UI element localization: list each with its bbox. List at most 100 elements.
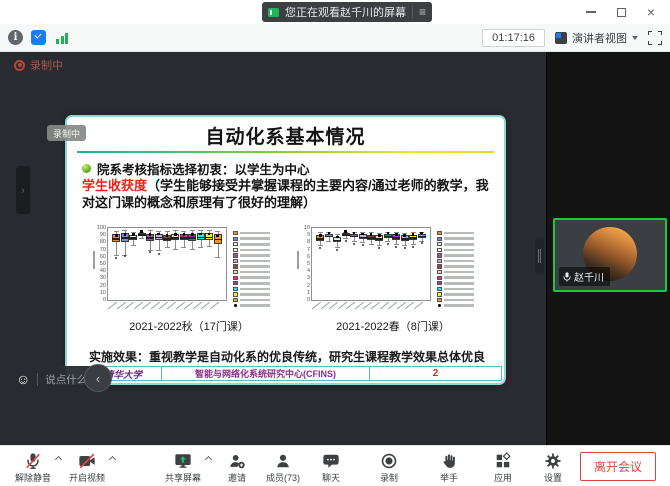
mean-marker <box>370 233 373 236</box>
divider <box>37 373 38 386</box>
legend-entry <box>437 242 487 246</box>
apps-button[interactable]: 应用 <box>480 448 526 484</box>
outlier-dot <box>412 246 414 248</box>
mean-marker <box>412 233 415 236</box>
whisker-cap <box>190 249 195 250</box>
slide-page-number: 2 <box>370 366 502 381</box>
legend-entry <box>437 259 487 263</box>
mean-marker <box>319 234 322 237</box>
legend-entry <box>437 253 487 257</box>
whisker-cap <box>148 230 153 231</box>
watching-banner-text: 您正在观看赵千川的屏幕 <box>285 4 406 20</box>
share-screen-icon <box>174 452 192 470</box>
median-line <box>392 237 400 239</box>
legend-entry <box>437 298 487 302</box>
legend-entry <box>233 259 283 263</box>
chart-caption-right: 2021-2022春（8门课） <box>295 318 491 334</box>
legend-entry <box>437 248 487 252</box>
outlier-dot <box>115 257 117 259</box>
slide-bullet-row: 院系考核指标选择初衷：以学生为中心 <box>82 159 310 178</box>
close-button[interactable]: × <box>636 1 666 23</box>
legend-entry <box>233 231 283 235</box>
unmute-button[interactable]: 解除静音 <box>10 448 56 484</box>
legend-entry <box>233 264 283 268</box>
legend-entry <box>233 253 283 257</box>
leave-meeting-button[interactable]: 离开会议 <box>580 452 656 481</box>
y-axis-tick: 60 <box>93 254 106 260</box>
y-axis-tick: 4 <box>297 268 310 274</box>
maximize-button[interactable] <box>606 1 636 23</box>
mic-options-chevron[interactable] <box>55 456 62 463</box>
y-axis-tick: 10 <box>297 225 310 231</box>
outlier-dot <box>336 249 338 251</box>
median-line <box>401 238 409 240</box>
outlier-dot <box>319 247 321 249</box>
mean-marker <box>208 233 211 236</box>
raise-hand-button[interactable]: 举手 <box>426 448 472 484</box>
mean-marker <box>353 232 356 235</box>
whisker-cap <box>173 249 178 250</box>
median-line <box>418 236 426 238</box>
members-button[interactable]: 成员(73) <box>260 448 306 484</box>
settings-button[interactable]: 设置 <box>530 448 576 484</box>
mean-marker <box>387 232 390 235</box>
legend-entry <box>437 292 487 296</box>
meeting-info-icon[interactable]: i <box>8 30 23 45</box>
plot-area: 0102030405060708090100 <box>107 227 227 301</box>
median-line <box>409 237 417 239</box>
view-mode-selector[interactable]: 演讲者视图 <box>555 30 638 46</box>
legend-entry <box>233 270 283 274</box>
mic-icon <box>563 272 571 282</box>
video-options-chevron[interactable] <box>109 456 116 463</box>
y-axis-tick: 9 <box>297 232 310 238</box>
banner-menu-icon[interactable]: ≡ <box>419 6 426 18</box>
whisker-cap <box>181 247 186 248</box>
y-axis-tick: 5 <box>297 261 310 267</box>
sidebar-resize-handle[interactable] <box>535 238 544 274</box>
whisker-cap <box>377 245 382 246</box>
median-line <box>359 237 367 239</box>
start-video-button[interactable]: 开启视频 <box>64 448 110 484</box>
whisker-cap <box>207 230 212 231</box>
raise-hand-icon <box>440 452 458 470</box>
outlier-dot <box>387 243 389 245</box>
slide-paragraph: 学生收获度（学生能够接受并掌握课程的主要内容/通过老师的教学，我对这门课的概念和… <box>82 177 496 211</box>
invite-button[interactable]: 邀请 <box>214 448 260 484</box>
mean-marker <box>199 233 202 236</box>
y-axis-tick: 0 <box>93 297 106 303</box>
invite-person-icon <box>228 452 246 470</box>
median-line <box>205 237 213 239</box>
chart-legend <box>233 231 283 308</box>
legend-entry <box>233 237 283 241</box>
legend-mean-marker <box>233 304 283 308</box>
whisker-cap <box>352 241 357 242</box>
median-line <box>333 240 341 242</box>
record-button[interactable]: 录制 <box>366 448 412 484</box>
legend-mean-marker <box>437 304 487 308</box>
chat-collapse-button[interactable]: ‹ <box>84 364 112 392</box>
chat-button[interactable]: 聊天 <box>308 448 354 484</box>
y-axis-tick: 6 <box>297 254 310 260</box>
y-axis-tick: 40 <box>93 268 106 274</box>
whisker-cap <box>122 230 127 231</box>
left-panel-toggle[interactable]: › <box>16 166 30 214</box>
share-options-chevron[interactable] <box>205 456 212 463</box>
minimize-button[interactable] <box>576 1 606 23</box>
charts-row: 0102030405060708090100 012345678910 <box>67 223 504 315</box>
mean-marker <box>395 233 398 236</box>
security-shield-icon[interactable] <box>31 30 46 45</box>
outlier-dot <box>353 243 355 245</box>
outlier-dot <box>362 244 364 246</box>
y-axis-tick: 90 <box>93 232 106 238</box>
whisker-cap <box>215 231 220 232</box>
participant-video-tile[interactable]: 赵千川 <box>553 218 667 292</box>
median-line <box>214 239 222 241</box>
whisker-cap <box>165 231 170 232</box>
recording-indicator-label: 录制中 <box>30 57 63 73</box>
fullscreen-icon[interactable] <box>648 31 662 45</box>
slide-footer: 清华大学 智能与网络化系统研究中心(CFINS) 2 <box>69 366 502 381</box>
apps-grid-icon <box>494 452 512 470</box>
mean-marker <box>216 235 219 238</box>
share-screen-button[interactable]: 共享屏幕 <box>160 448 206 484</box>
emoji-icon[interactable]: ☺ <box>16 372 30 386</box>
